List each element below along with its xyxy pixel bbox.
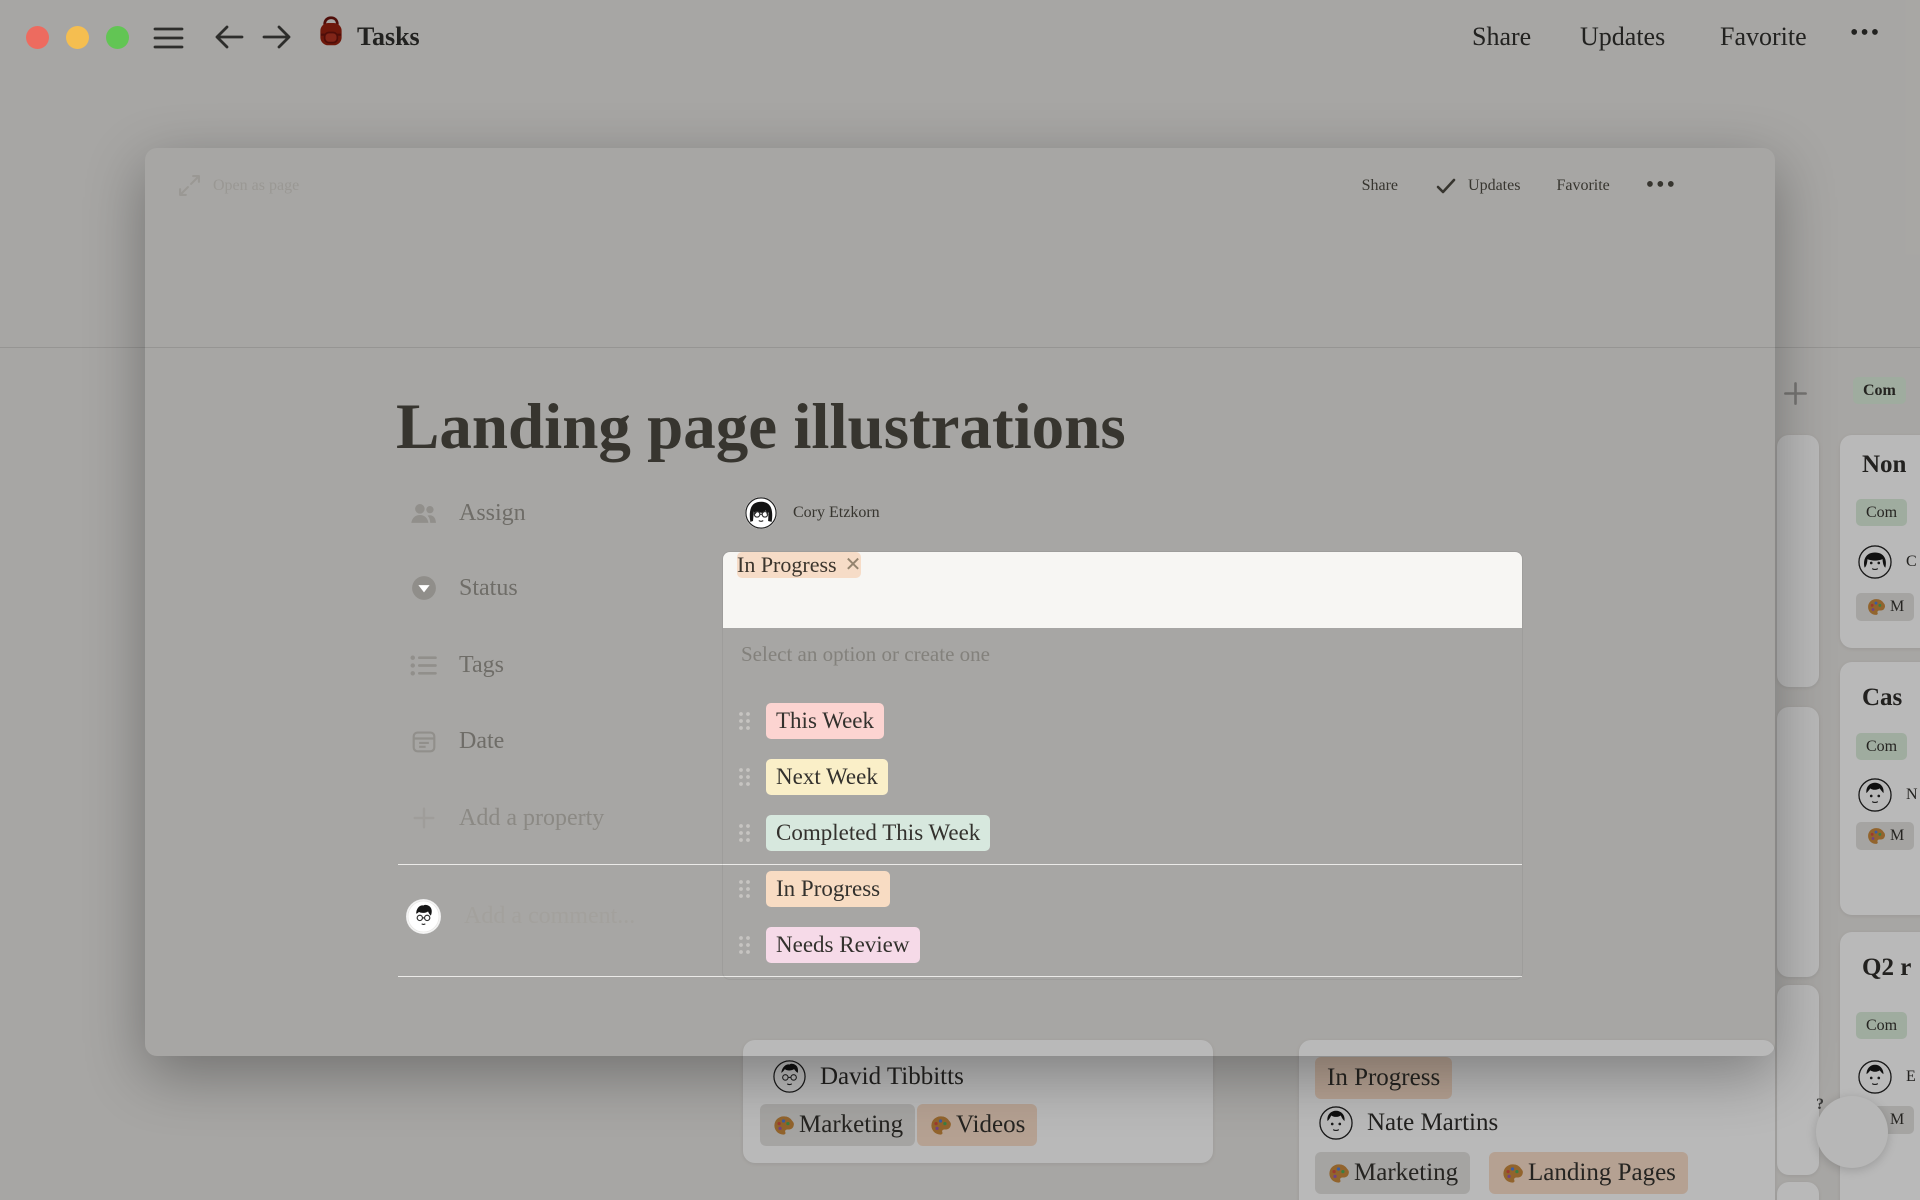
- status-dropdown: In Progress ✕ Select an option or create…: [722, 551, 1523, 980]
- status-option-row[interactable]: Next Week: [737, 759, 888, 795]
- open-as-page-button[interactable]: Open as page: [178, 174, 299, 197]
- status-option-row[interactable]: Completed This Week: [737, 815, 991, 851]
- remove-tag-icon[interactable]: ✕: [845, 555, 862, 575]
- add-property-label: Add a property: [459, 804, 605, 831]
- property-date[interactable]: Date: [410, 719, 504, 763]
- status-option-chip[interactable]: This Week: [766, 703, 885, 739]
- open-as-page-label: Open as page: [213, 176, 300, 194]
- status-circle-icon: [410, 575, 437, 601]
- status-option-chip[interactable]: Next Week: [766, 759, 888, 795]
- property-label: Tags: [459, 651, 504, 678]
- add-property-button[interactable]: Add a property: [410, 796, 604, 840]
- assign-value[interactable]: Cory Etzkorn: [745, 497, 880, 529]
- drag-handle-icon[interactable]: [737, 822, 752, 844]
- check-icon: [1436, 178, 1456, 193]
- property-label: Date: [459, 727, 505, 754]
- expand-diagonal-icon: [179, 175, 200, 196]
- assignee-name: Cory Etzkorn: [793, 504, 880, 521]
- drag-handle-icon[interactable]: [737, 766, 752, 788]
- zoom-window-button[interactable]: [106, 26, 129, 49]
- status-option-chip[interactable]: Completed This Week: [766, 815, 991, 851]
- people-icon: [410, 501, 437, 526]
- property-label: Status: [459, 574, 518, 601]
- close-window-button[interactable]: [26, 26, 49, 49]
- drag-handle-icon[interactable]: [737, 934, 752, 956]
- drag-handle-icon[interactable]: [737, 878, 752, 900]
- status-option-row[interactable]: In Progress: [737, 871, 891, 907]
- property-status[interactable]: Status: [410, 566, 518, 610]
- list-icon: [410, 653, 437, 678]
- app-window: Tasks Share Updates Favorite ••• Com Non…: [0, 0, 1920, 1200]
- modal-favorite-button[interactable]: Favorite: [1556, 177, 1609, 195]
- property-assign[interactable]: Assign: [410, 491, 526, 535]
- selected-status-chip[interactable]: In Progress ✕: [737, 552, 862, 578]
- page-title[interactable]: Landing page illustrations: [396, 390, 1126, 465]
- status-option-row[interactable]: This Week: [737, 703, 885, 739]
- window-controls: [26, 26, 129, 49]
- avatar: [407, 900, 440, 933]
- avatar: [745, 497, 777, 529]
- modal-share-button[interactable]: Share: [1362, 177, 1398, 195]
- comment-input[interactable]: Add a comment...: [407, 900, 635, 933]
- property-label: Assign: [459, 499, 526, 526]
- modal-updates-button[interactable]: Updates: [1434, 174, 1520, 198]
- minimize-window-button[interactable]: [66, 26, 89, 49]
- status-tag-input[interactable]: In Progress ✕: [723, 552, 1522, 628]
- modal-actions: Share Updates Favorite •••: [1362, 172, 1677, 199]
- selected-status-label: In Progress: [737, 552, 837, 577]
- comment-placeholder: Add a comment...: [464, 903, 636, 929]
- dropdown-hint: Select an option or create one: [741, 642, 990, 666]
- modal-more-button[interactable]: •••: [1646, 172, 1677, 199]
- status-option-chip[interactable]: In Progress: [766, 871, 891, 907]
- plus-icon: [410, 806, 437, 830]
- status-option-row[interactable]: Needs Review: [737, 927, 920, 963]
- calendar-icon: [410, 728, 437, 754]
- modal-updates-label: Updates: [1468, 176, 1521, 194]
- property-tags[interactable]: Tags: [410, 643, 504, 687]
- drag-handle-icon[interactable]: [737, 710, 752, 732]
- status-option-chip[interactable]: Needs Review: [766, 927, 920, 963]
